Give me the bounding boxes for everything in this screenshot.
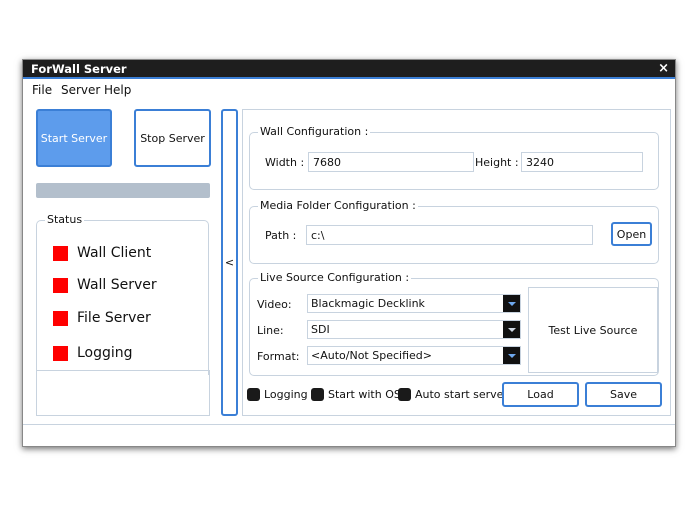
status-item-label: Wall Server (77, 277, 157, 293)
chevron-down-icon[interactable] (503, 295, 520, 312)
path-label: Path : (265, 229, 297, 242)
line-select[interactable]: SDI (307, 320, 521, 339)
title-bar: ForWall Server × (23, 60, 675, 79)
menu-bar: File Server Help (23, 81, 675, 99)
video-select[interactable]: Blackmagic Decklink (307, 294, 521, 313)
status-item-logging: Logging (53, 345, 133, 361)
logging-checkbox[interactable]: Logging (247, 388, 308, 401)
wall-config-label: Wall Configuration : (258, 125, 371, 138)
status-item-label: Wall Client (77, 245, 152, 261)
save-button[interactable]: Save (585, 382, 662, 407)
status-item-file-server: File Server (53, 310, 151, 326)
start-with-os-checkbox[interactable]: Start with OS (311, 388, 401, 401)
status-item-label: File Server (77, 310, 151, 326)
server-progress-bar (36, 183, 210, 198)
start-with-os-label: Start with OS (328, 388, 401, 401)
live-source-label: Live Source Configuration : (258, 271, 412, 284)
status-bar-divider (23, 424, 675, 425)
log-output-box[interactable] (36, 370, 210, 416)
format-label: Format: (257, 350, 300, 363)
open-folder-button[interactable]: Open (611, 222, 652, 246)
checkbox-icon (247, 388, 260, 401)
menu-file[interactable]: File (32, 83, 52, 97)
status-item-label: Logging (77, 345, 133, 361)
test-live-source-button[interactable]: Test Live Source (528, 287, 658, 373)
format-select-value: <Auto/Not Specified> (311, 349, 432, 362)
video-select-value: Blackmagic Decklink (311, 297, 425, 310)
close-icon[interactable]: × (658, 61, 669, 76)
start-server-button[interactable]: Start Server (36, 109, 112, 167)
status-indicator-icon (53, 345, 68, 361)
status-indicator-icon (53, 310, 68, 326)
media-config-label: Media Folder Configuration : (258, 199, 418, 212)
menu-server[interactable]: Server (61, 83, 100, 97)
menu-help[interactable]: Help (104, 83, 131, 97)
status-indicator-icon (53, 245, 68, 261)
height-label: Height : (475, 156, 519, 169)
chevron-down-icon[interactable] (503, 347, 520, 364)
width-label: Width : (265, 156, 305, 169)
status-item-wall-server: Wall Server (53, 277, 157, 293)
logging-checkbox-label: Logging (264, 388, 308, 401)
status-item-wall-client: Wall Client (53, 245, 151, 261)
load-button[interactable]: Load (502, 382, 579, 407)
status-group-label: Status (45, 213, 85, 226)
width-input[interactable]: 7680 (308, 152, 474, 172)
height-input[interactable]: 3240 (521, 152, 643, 172)
chevron-down-icon[interactable] (503, 321, 520, 338)
app-window: ForWall Server × File Server Help Start … (22, 59, 676, 447)
status-indicator-icon (53, 277, 68, 293)
stop-server-button[interactable]: Stop Server (134, 109, 211, 167)
window-title: ForWall Server (31, 62, 127, 76)
line-label: Line: (257, 324, 284, 337)
collapse-panel-button[interactable]: < (221, 109, 238, 416)
checkbox-icon (398, 388, 411, 401)
status-group: Status Wall Client Wall Server File Serv… (36, 213, 209, 375)
checkbox-icon (311, 388, 324, 401)
video-label: Video: (257, 298, 292, 311)
auto-start-label: Auto start server (415, 388, 508, 401)
format-select[interactable]: <Auto/Not Specified> (307, 346, 521, 365)
path-input[interactable]: c:\ (306, 225, 593, 245)
auto-start-checkbox[interactable]: Auto start server (398, 388, 508, 401)
line-select-value: SDI (311, 323, 330, 336)
